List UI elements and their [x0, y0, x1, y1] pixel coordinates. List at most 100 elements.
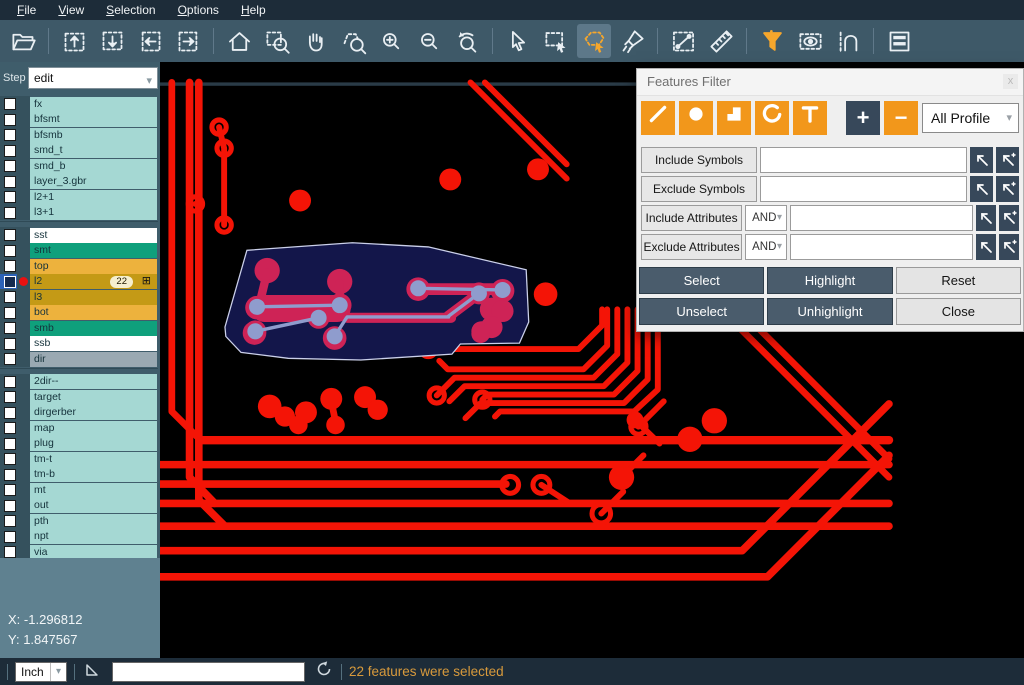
- layer-name[interactable]: dirgerber: [30, 405, 157, 420]
- layer-name[interactable]: out: [30, 498, 157, 513]
- layer-checkbox-layer_3.gbr[interactable]: [4, 176, 16, 188]
- clear-highlight-button[interactable]: [615, 24, 649, 58]
- layer-row-fx[interactable]: fx: [0, 96, 158, 112]
- layer-row-mt[interactable]: mt: [0, 482, 158, 498]
- units-select[interactable]: Inch ▾: [15, 662, 67, 682]
- layer-row-pth[interactable]: pth: [0, 513, 158, 529]
- layer-checkbox-smd_t[interactable]: [4, 145, 16, 157]
- layer-checkbox-smd_b[interactable]: [4, 160, 16, 172]
- layer-row-smd_b[interactable]: smd_b: [0, 158, 158, 174]
- layer-checkbox-smb[interactable]: [4, 322, 16, 334]
- layer-name[interactable]: smb: [30, 321, 157, 336]
- net-highlight-button[interactable]: [831, 24, 865, 58]
- filter-value-input[interactable]: [760, 176, 967, 202]
- layer-name[interactable]: dir: [30, 352, 157, 367]
- layer-row-ssb[interactable]: ssb: [0, 336, 158, 352]
- filter-type-line-button[interactable]: [641, 101, 675, 135]
- layer-checkbox-map[interactable]: [4, 422, 16, 434]
- layer-name[interactable]: npt: [30, 529, 157, 544]
- layer-name[interactable]: l3+1: [30, 205, 157, 220]
- layer-checkbox-tm-b[interactable]: [4, 469, 16, 481]
- select-button[interactable]: Select: [639, 267, 764, 294]
- layer-row-tm-t[interactable]: tm-t: [0, 451, 158, 467]
- layer-name[interactable]: smt: [30, 243, 157, 258]
- layer-name[interactable]: sst: [30, 228, 157, 243]
- filter-type-text-button[interactable]: [793, 101, 827, 135]
- layer-checkbox-bfsmt[interactable]: [4, 114, 16, 126]
- layer-checkbox-npt[interactable]: [4, 531, 16, 543]
- layer-row-smt[interactable]: smt: [0, 243, 158, 259]
- layer-name[interactable]: l222⊞: [30, 274, 157, 289]
- layer-name[interactable]: plug: [30, 436, 157, 451]
- layer-checkbox-2dir--[interactable]: [4, 376, 16, 388]
- layer-row-l2+1[interactable]: l2+1: [0, 189, 158, 205]
- pick-add-from-canvas-button[interactable]: [996, 147, 1019, 173]
- pick-add-from-canvas-button[interactable]: [999, 234, 1019, 260]
- layer-row-target[interactable]: target: [0, 389, 158, 405]
- layer-checkbox-plug[interactable]: [4, 438, 16, 450]
- layer-grid-icon[interactable]: ⊞: [142, 274, 151, 289]
- layer-checkbox-l3+1[interactable]: [4, 207, 16, 219]
- layer-row-2dir--[interactable]: 2dir--: [0, 374, 158, 390]
- layer-name[interactable]: bfsmb: [30, 128, 157, 143]
- layer-row-out[interactable]: out: [0, 498, 158, 514]
- menu-selection[interactable]: Selection: [95, 1, 166, 20]
- profile-select[interactable]: All Profile ▾: [922, 103, 1019, 133]
- operator-select[interactable]: AND▾: [745, 234, 787, 260]
- select-polygon-button[interactable]: [577, 24, 611, 58]
- layer-row-dir[interactable]: dir: [0, 351, 158, 367]
- layer-row-sst[interactable]: sst: [0, 227, 158, 243]
- dialog-title-bar[interactable]: Features Filter x: [637, 69, 1023, 96]
- close-icon[interactable]: x: [1003, 74, 1018, 89]
- snap-angle-icon[interactable]: [82, 659, 102, 684]
- layer-row-bfsmb[interactable]: bfsmb: [0, 127, 158, 143]
- layer-checkbox-top[interactable]: [4, 260, 16, 272]
- layer-name[interactable]: layer_3.gbr: [30, 174, 157, 189]
- filter-row-label-button[interactable]: Include Attributes: [641, 205, 742, 231]
- layer-row-top[interactable]: top: [0, 258, 158, 274]
- layer-name[interactable]: fx: [30, 97, 157, 112]
- zoom-window-button[interactable]: [260, 24, 294, 58]
- layer-row-l3[interactable]: l3: [0, 289, 158, 305]
- filter-value-input[interactable]: [790, 205, 973, 231]
- layer-row-layer_3.gbr[interactable]: layer_3.gbr: [0, 174, 158, 190]
- layer-checkbox-target[interactable]: [4, 391, 16, 403]
- filter-row-label-button[interactable]: Include Symbols: [641, 147, 757, 173]
- filter-row-label-button[interactable]: Exclude Symbols: [641, 176, 757, 202]
- pan-hand-button[interactable]: [298, 24, 332, 58]
- close-button[interactable]: Close: [896, 298, 1021, 325]
- layer-checkbox-dirgerber[interactable]: [4, 407, 16, 419]
- menu-file[interactable]: File: [6, 1, 47, 20]
- layer-name[interactable]: tm-b: [30, 467, 157, 482]
- layer-name[interactable]: tm-t: [30, 452, 157, 467]
- filter-value-input[interactable]: [790, 234, 973, 260]
- layer-checkbox-via[interactable]: [4, 546, 16, 558]
- layer-name[interactable]: bot: [30, 305, 157, 320]
- pan-left-button[interactable]: [133, 24, 167, 58]
- layer-name[interactable]: mt: [30, 483, 157, 498]
- layer-name[interactable]: smd_t: [30, 143, 157, 158]
- step-select[interactable]: edit ▾: [28, 67, 158, 89]
- pan-down-button[interactable]: [95, 24, 129, 58]
- layer-row-l3+1[interactable]: l3+1: [0, 205, 158, 221]
- layer-checkbox-pth[interactable]: [4, 515, 16, 527]
- filter-type-arc-button[interactable]: [755, 101, 789, 135]
- layer-name[interactable]: bfsmt: [30, 112, 157, 127]
- layer-row-dirgerber[interactable]: dirgerber: [0, 405, 158, 421]
- layer-name[interactable]: smd_b: [30, 159, 157, 174]
- command-input[interactable]: [112, 662, 305, 682]
- layer-checkbox-l2+1[interactable]: [4, 191, 16, 203]
- zoom-home-button[interactable]: [222, 24, 256, 58]
- layer-checkbox-ssb[interactable]: [4, 338, 16, 350]
- pick-add-from-canvas-button[interactable]: [996, 176, 1019, 202]
- select-rectangle-button[interactable]: [539, 24, 573, 58]
- features-filter-button[interactable]: [755, 24, 789, 58]
- filter-add-button[interactable]: +: [846, 101, 880, 135]
- layer-checkbox-l2[interactable]: [4, 276, 16, 288]
- layer-checkbox-dir[interactable]: [4, 353, 16, 365]
- layer-checkbox-bot[interactable]: [4, 307, 16, 319]
- layer-row-bfsmt[interactable]: bfsmt: [0, 112, 158, 128]
- pick-from-canvas-button[interactable]: [976, 234, 996, 260]
- menu-options[interactable]: Options: [167, 1, 230, 20]
- layer-name[interactable]: ssb: [30, 336, 157, 351]
